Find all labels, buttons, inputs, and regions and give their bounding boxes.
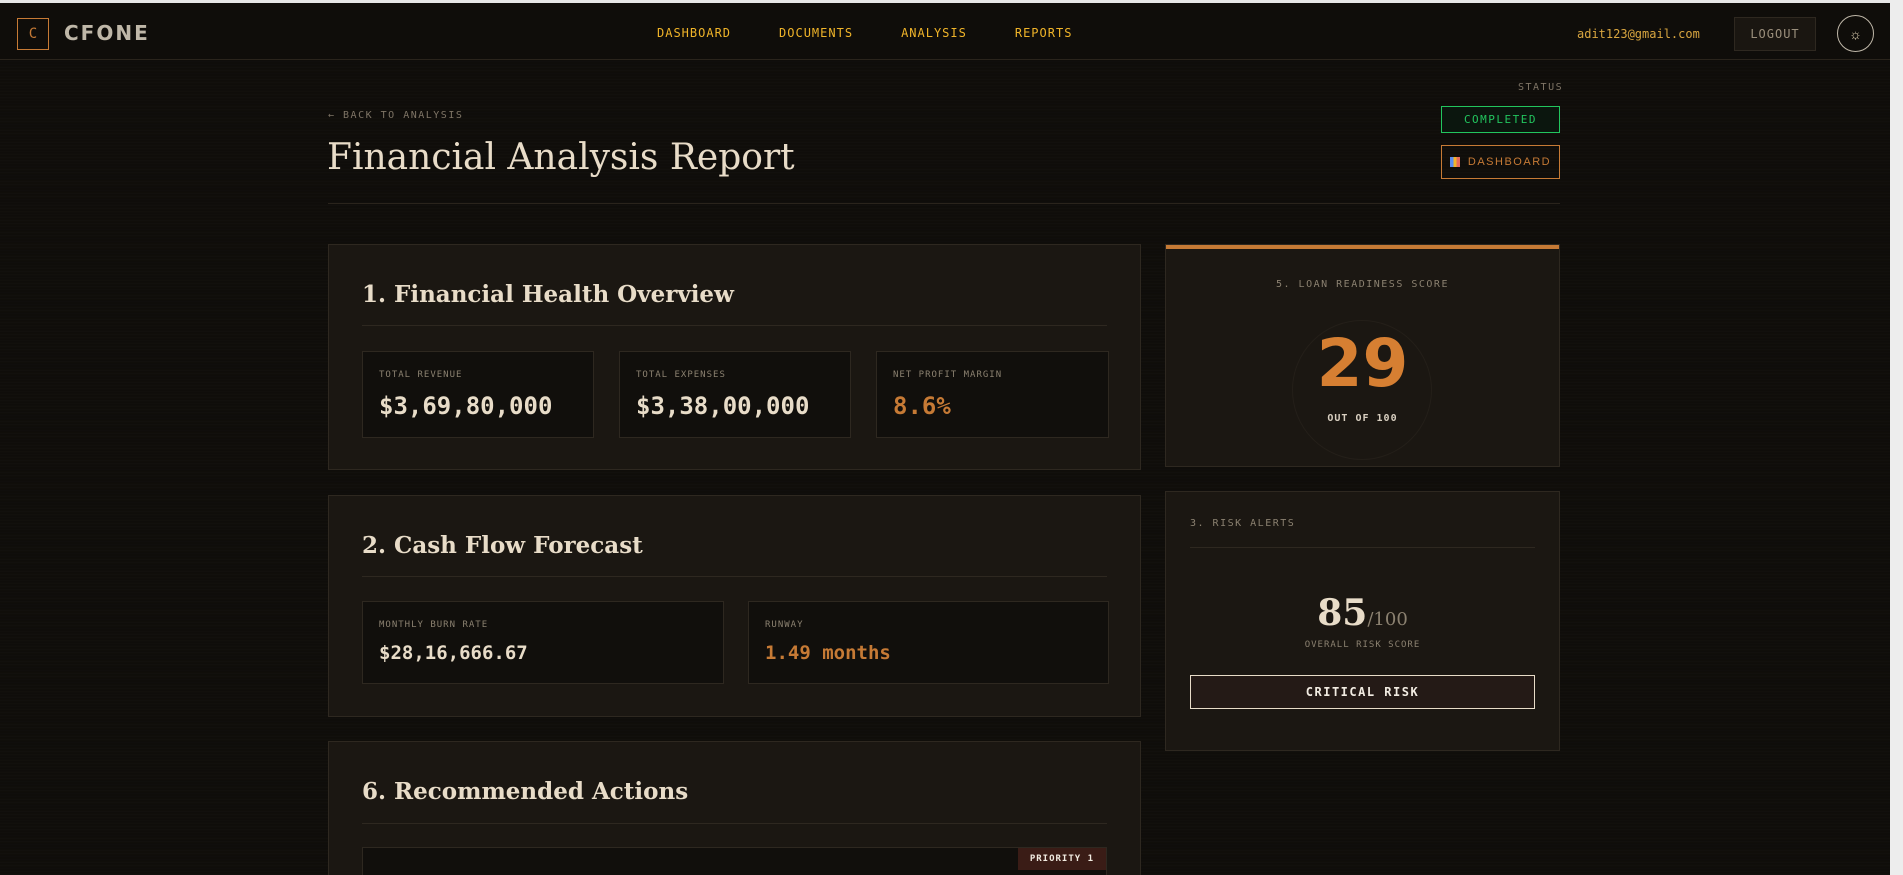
back-to-analysis-link[interactable]: ← BACK TO ANALYSIS — [328, 110, 463, 121]
dashboard-button-label: DASHBOARD — [1467, 156, 1552, 168]
page-title: Financial Analysis Report — [327, 137, 795, 178]
status-badge: COMPLETED — [1441, 106, 1560, 133]
nav-item-dashboard[interactable]: DASHBOARD — [657, 26, 731, 40]
financial-health-card: 1. Financial Health Overview TOTAL REVEN… — [328, 244, 1141, 470]
dashboard-button[interactable]: DASHBOARD — [1441, 145, 1560, 179]
sun-icon: ☼ — [1849, 25, 1862, 42]
main-nav: DASHBOARD DOCUMENTS ANALYSIS REPORTS — [657, 26, 1072, 40]
nav-item-reports[interactable]: REPORTS — [1015, 26, 1073, 40]
nav-item-documents[interactable]: DOCUMENTS — [779, 26, 853, 40]
metric-total-revenue: TOTAL REVENUE $3,69,80,000 — [362, 351, 594, 438]
metric-label: RUNWAY — [765, 620, 804, 630]
bar-chart-icon — [1449, 157, 1460, 167]
top-navigation-bar: C CFONE DASHBOARD DOCUMENTS ANALYSIS REP… — [0, 0, 1903, 60]
metric-runway: RUNWAY 1.49 months — [748, 601, 1109, 684]
metric-total-expenses: TOTAL EXPENSES $3,38,00,000 — [619, 351, 851, 438]
risk-score-value: 85 — [1317, 592, 1368, 634]
title-divider — [328, 203, 1560, 204]
metric-label: TOTAL REVENUE — [379, 370, 463, 380]
card-title: 1. Financial Health Overview — [362, 281, 734, 308]
theme-toggle-button[interactable]: ☼ — [1837, 15, 1874, 52]
card-title: 6. Recommended Actions — [362, 778, 689, 805]
action-item[interactable]: PRIORITY 1 — [362, 847, 1107, 875]
app-name[interactable]: CFONE — [64, 21, 150, 45]
metric-net-profit-margin: NET PROFIT MARGIN 8.6% — [876, 351, 1109, 438]
loan-readiness-card: 5. LOAN READINESS SCORE 29 OUT OF 100 — [1165, 244, 1560, 467]
card-divider — [362, 576, 1107, 577]
card-divider — [1190, 547, 1535, 548]
risk-score: 85/100 — [1166, 592, 1559, 634]
status-label: STATUS — [1518, 82, 1564, 93]
risk-alerts-label: 3. RISK ALERTS — [1190, 518, 1296, 529]
card-title: 2. Cash Flow Forecast — [362, 532, 643, 559]
accent-bar — [1166, 245, 1559, 249]
loan-score-value: 29 — [1316, 325, 1409, 402]
metric-value: $3,69,80,000 — [379, 392, 553, 420]
metric-label: NET PROFIT MARGIN — [893, 370, 1003, 380]
priority-badge: PRIORITY 1 — [1017, 848, 1106, 870]
metric-value: $28,16,666.67 — [379, 642, 528, 664]
card-divider — [362, 325, 1107, 326]
recommended-actions-card: 6. Recommended Actions PRIORITY 1 — [328, 741, 1141, 875]
window-edge — [1890, 0, 1903, 875]
loan-score-label: 5. LOAN READINESS SCORE — [1276, 279, 1449, 290]
logout-button[interactable]: LOGOUT — [1734, 17, 1816, 51]
metric-monthly-burn-rate: MONTHLY BURN RATE $28,16,666.67 — [362, 601, 724, 684]
metric-value: $3,38,00,000 — [636, 392, 810, 420]
user-email: adit123@gmail.com — [1577, 27, 1700, 41]
cash-flow-card: 2. Cash Flow Forecast MONTHLY BURN RATE … — [328, 495, 1141, 717]
card-divider — [362, 823, 1107, 824]
nav-item-analysis[interactable]: ANALYSIS — [901, 26, 967, 40]
risk-alerts-card: 3. RISK ALERTS 85/100 OVERALL RISK SCORE… — [1165, 491, 1560, 751]
risk-score-label: OVERALL RISK SCORE — [1304, 640, 1421, 650]
loan-score-scale: OUT OF 100 — [1327, 413, 1398, 424]
risk-score-denominator: /100 — [1367, 609, 1408, 630]
metric-label: TOTAL EXPENSES — [636, 370, 726, 380]
metric-value: 8.6% — [893, 392, 951, 420]
logo-icon[interactable]: C — [17, 18, 49, 50]
metric-value: 1.49 months — [765, 642, 891, 664]
risk-level-badge: CRITICAL RISK — [1190, 675, 1535, 709]
metric-label: MONTHLY BURN RATE — [379, 620, 489, 630]
